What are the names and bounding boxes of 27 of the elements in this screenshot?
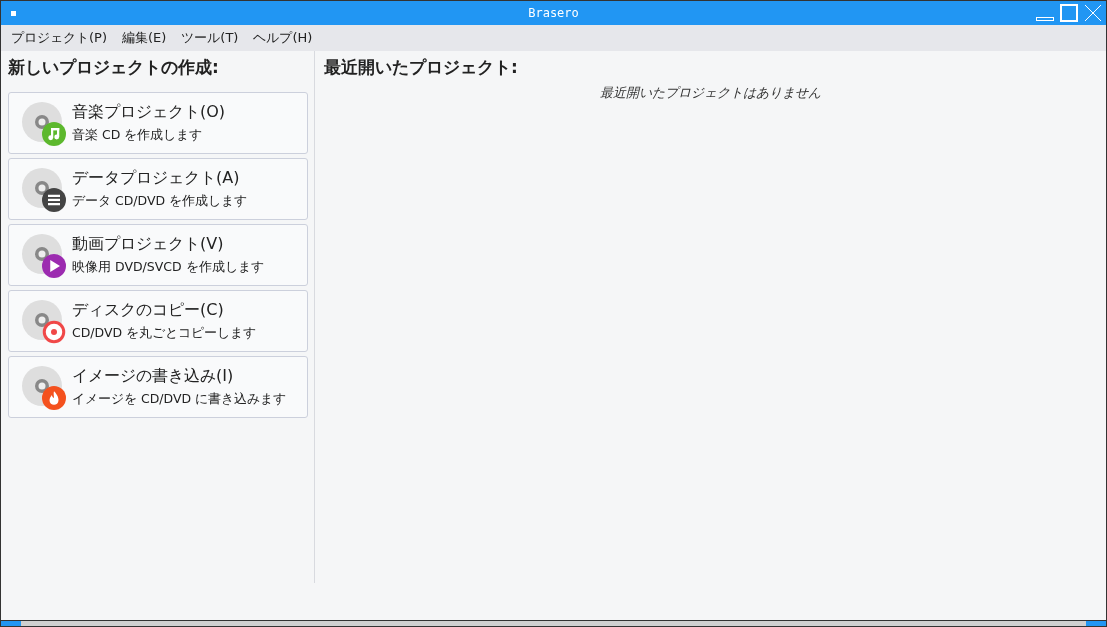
project-title: 音楽プロジェクト(O) [72, 101, 226, 124]
section-heading: 最近開いたプロジェクト: [324, 56, 519, 79]
empty-message: 最近開いたプロジェクトはありません [599, 83, 822, 102]
section-heading: 新しいプロジェクトの作成: [8, 56, 220, 79]
close-icon[interactable] [1084, 4, 1102, 22]
project-title: データプロジェクト(A) [72, 167, 241, 190]
menu-item[interactable]: プロジェクト(P) [11, 28, 107, 48]
minimize-button[interactable] [1036, 17, 1054, 21]
project-title: イメージの書き込み(I) [72, 365, 235, 388]
project-button[interactable]: 動画プロジェクト(V) 映像用 DVD/SVCD を作成します [8, 223, 308, 286]
project-title: 動画プロジェクト(V) [72, 233, 225, 256]
project-button[interactable]: 音楽プロジェクト(O) 音楽 CD を作成します [8, 91, 308, 154]
project-description: データ CD/DVD を作成します [72, 192, 248, 211]
window-menu-icon[interactable] [11, 10, 16, 16]
menu-item[interactable]: ヘルプ(H) [253, 28, 313, 48]
maximize-button[interactable] [1060, 4, 1078, 22]
project-description: イメージを CD/DVD に書き込みます [72, 390, 287, 409]
project-description: 映像用 DVD/SVCD を作成します [72, 258, 264, 277]
project-description: 音楽 CD を作成します [72, 126, 204, 145]
project-button[interactable]: ディスクのコピー(C) CD/DVD を丸ごとコピーします [8, 289, 308, 352]
menu-item[interactable]: 編集(E) [122, 28, 167, 48]
menu-item[interactable]: ツール(T) [181, 28, 239, 48]
project-button[interactable]: データプロジェクト(A) データ CD/DVD を作成します [8, 157, 308, 220]
project-description: CD/DVD を丸ごとコピーします [72, 324, 257, 343]
project-button[interactable]: イメージの書き込み(I) イメージを CD/DVD に書き込みます [8, 355, 308, 418]
window-title: Brasero [528, 5, 579, 22]
project-title: ディスクのコピー(C) [72, 299, 225, 322]
